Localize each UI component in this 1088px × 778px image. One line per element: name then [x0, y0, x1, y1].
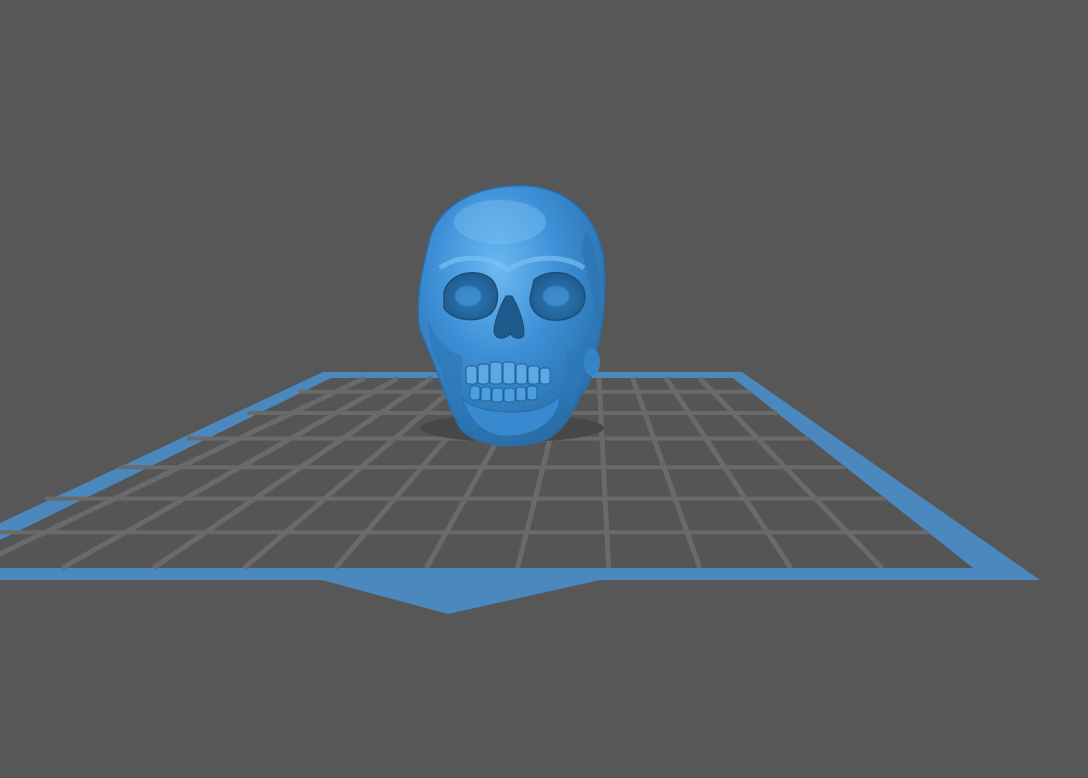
right-eye-inner-highlight: [543, 286, 569, 306]
forehead-highlight: [454, 200, 546, 244]
mastoid-process: [584, 348, 600, 376]
scene-canvas[interactable]: [0, 0, 1088, 778]
3d-viewport[interactable]: [0, 0, 1088, 778]
left-eye-inner-highlight: [455, 286, 481, 306]
build-plate-front-tab: [322, 580, 600, 614]
